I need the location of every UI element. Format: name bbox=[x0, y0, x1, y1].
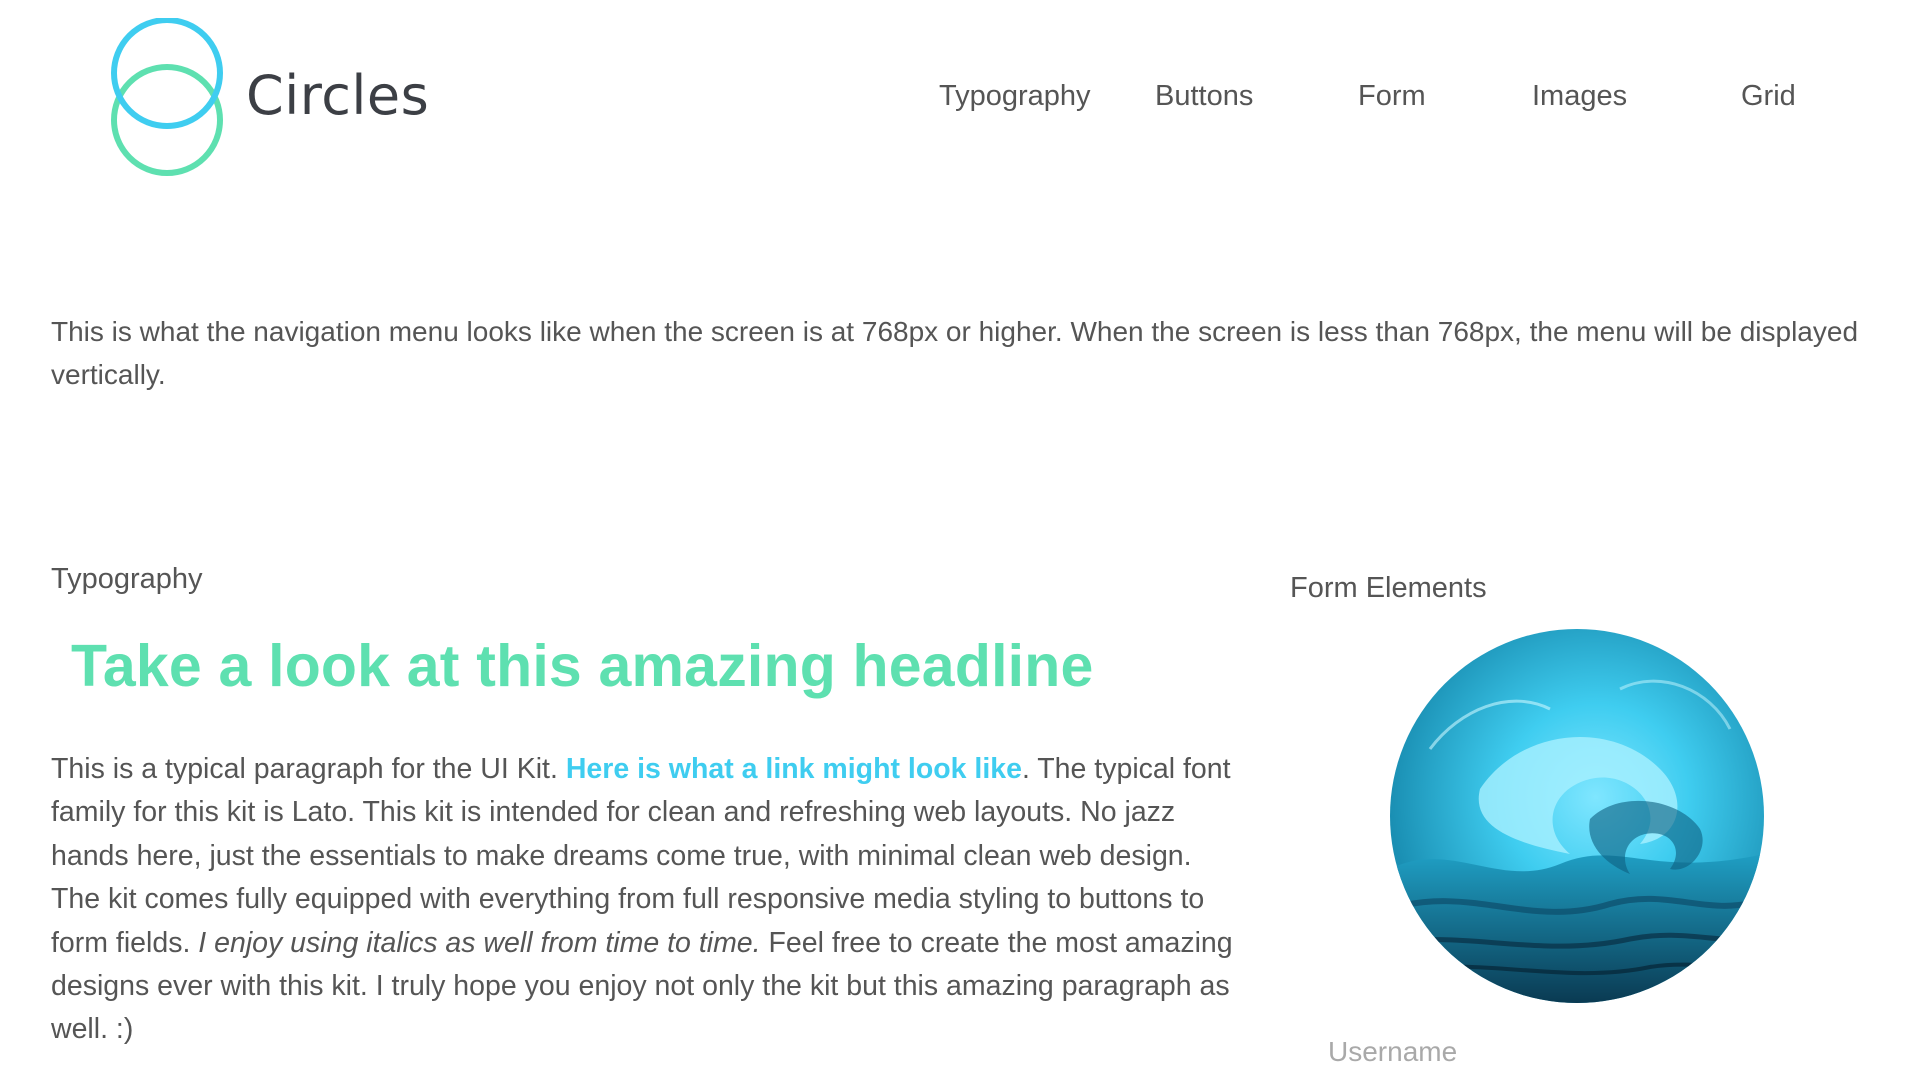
paragraph-text-start: This is a typical paragraph for the UI K… bbox=[51, 753, 566, 785]
form-elements-section-label: Form Elements bbox=[1290, 572, 1487, 604]
ocean-wave-image bbox=[1390, 629, 1764, 1003]
nav-grid[interactable]: Grid bbox=[1741, 80, 1796, 113]
typical-paragraph: This is a typical paragraph for the UI K… bbox=[51, 748, 1246, 1052]
page: Circles Typography Buttons Form Images G… bbox=[0, 0, 1920, 1080]
main-nav: Typography Buttons Form Images Grid bbox=[0, 80, 1920, 120]
username-label: Username bbox=[1328, 1036, 1458, 1067]
nav-images[interactable]: Images bbox=[1532, 80, 1627, 113]
nav-buttons[interactable]: Buttons bbox=[1155, 80, 1253, 113]
typography-section-label: Typography bbox=[51, 563, 203, 595]
wave-icon bbox=[1390, 629, 1764, 1003]
sample-link[interactable]: Here is what a link might look like bbox=[566, 753, 1022, 785]
headline: Take a look at this amazing headline bbox=[71, 633, 1094, 699]
nav-typography[interactable]: Typography bbox=[939, 80, 1091, 113]
nav-form[interactable]: Form bbox=[1358, 80, 1426, 113]
italic-text: I enjoy using italics as well from time … bbox=[198, 926, 761, 959]
nav-description: This is what the navigation menu looks l… bbox=[51, 316, 1859, 390]
